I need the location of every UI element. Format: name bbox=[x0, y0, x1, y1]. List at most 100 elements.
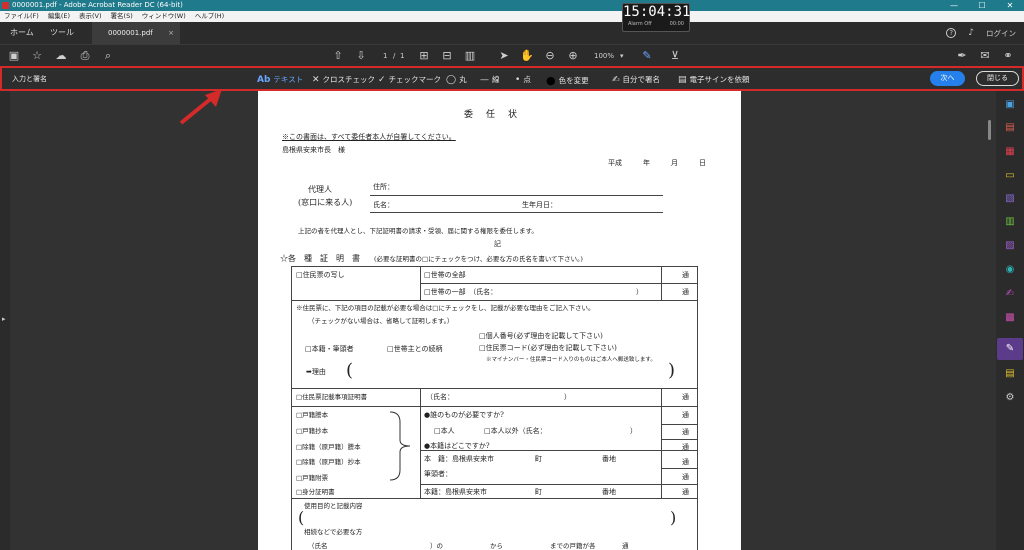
doc-hittosha: 筆頭者： bbox=[424, 470, 452, 478]
doc-address-label: 住所： bbox=[373, 183, 394, 191]
koseki-brace bbox=[389, 411, 411, 481]
check-tool[interactable]: ✓ チェックマーク bbox=[378, 74, 441, 85]
vertical-scrollbar[interactable] bbox=[988, 120, 991, 140]
tab-close-icon[interactable]: × bbox=[168, 22, 174, 44]
mail-icon[interactable]: ✉ bbox=[978, 49, 992, 63]
share-icon[interactable]: ⚭ bbox=[1001, 49, 1015, 63]
text-tool[interactable]: Ab テキスト bbox=[257, 74, 303, 85]
comment-icon[interactable]: ▭ bbox=[1003, 169, 1017, 183]
doc-reason: ➡理由 bbox=[306, 368, 326, 376]
window-controls: — ☐ ✕ bbox=[940, 0, 1024, 11]
close-window-button[interactable]: ✕ bbox=[996, 0, 1024, 11]
purpose-bracket-left: ( bbox=[298, 508, 305, 527]
doc-code: □住民票コード(必ず理由を記載して下さい) bbox=[479, 344, 617, 352]
fit-width-icon[interactable]: ⊞ bbox=[417, 49, 431, 63]
organize-pages-icon[interactable]: ▥ bbox=[1003, 215, 1017, 229]
tab-tools[interactable]: ツール bbox=[40, 22, 84, 44]
doc-tsu-7: 通 bbox=[682, 458, 689, 466]
request-esign-tool[interactable]: ▤ 電子サインを依頼 bbox=[678, 74, 750, 85]
menu-file[interactable]: ファイル(F) bbox=[4, 11, 39, 22]
menu-sign[interactable]: 署名(S) bbox=[111, 11, 133, 22]
expand-left-panel-icon[interactable]: ▸ bbox=[2, 315, 6, 323]
doc-honseki: □本籍・筆頭者 bbox=[305, 345, 354, 353]
compress-icon[interactable]: ◉ bbox=[1003, 263, 1017, 277]
text-tool-icon: Ab bbox=[257, 74, 271, 85]
export-pdf-icon[interactable]: ▧ bbox=[1003, 192, 1017, 206]
zoom-dropdown-icon[interactable]: ▾ bbox=[620, 50, 624, 62]
menu-window[interactable]: ウィンドウ(W) bbox=[142, 11, 186, 22]
doc-tsu-9: 通 bbox=[682, 488, 689, 496]
doc-banchi-2: 番地 bbox=[602, 488, 616, 496]
doc-date: 平成 年 月 日 bbox=[608, 159, 706, 167]
doc-honnin-igai: □本人以外（氏名： bbox=[484, 427, 547, 435]
self-sign-tool[interactable]: ✍ 自分で署名 bbox=[612, 74, 660, 85]
login-link[interactable]: ログイン bbox=[986, 28, 1016, 39]
print-icon[interactable]: ⎙ bbox=[78, 49, 92, 63]
scan-ocr-icon[interactable]: ▤ bbox=[1003, 367, 1017, 381]
doc-note: ※この書面は、すべて委任者本人が自署してください。 bbox=[282, 133, 456, 141]
doc-koseki-shohon: □戸籍抄本 bbox=[296, 427, 329, 435]
window-titlebar: 0000001.pdf - Adobe Acrobat Reader DC (6… bbox=[0, 0, 1024, 11]
doc-honnin: □本人 bbox=[434, 427, 455, 435]
prepare-form-icon[interactable]: ▩ bbox=[1003, 311, 1017, 325]
next-button[interactable]: 次へ bbox=[930, 71, 965, 86]
menu-bar: ファイル(F) 編集(E) 表示(V) 署名(S) ウィンドウ(W) ヘルプ(H… bbox=[0, 11, 1024, 22]
save-icon[interactable]: ▣ bbox=[7, 49, 21, 63]
doc-last-kara: から bbox=[490, 542, 503, 550]
tab-home[interactable]: ホーム bbox=[0, 22, 44, 44]
color-swatch-icon: ● bbox=[546, 74, 556, 87]
page-current[interactable]: 1 bbox=[383, 50, 387, 62]
doc-cho-2: 町 bbox=[535, 488, 542, 496]
create-pdf-icon[interactable]: ▣ bbox=[1003, 98, 1017, 112]
doc-kisai-name: （氏名： bbox=[426, 393, 454, 401]
color-change-tool[interactable]: ● 色を変更 bbox=[546, 74, 589, 87]
zoom-in-icon[interactable]: ⊕ bbox=[566, 49, 580, 63]
doc-paren-1: ） bbox=[636, 288, 643, 296]
doc-name-label: 氏名： bbox=[373, 201, 394, 209]
circle-icon: ◯ bbox=[446, 74, 457, 85]
keyboard-tools-icon[interactable]: ⊻ bbox=[668, 49, 682, 63]
doc-jumin-note: ※住民票に、下記の項目の記載が必要な場合は□にチェックをし、記載が必要な理由をご… bbox=[296, 304, 595, 312]
menu-view[interactable]: 表示(V) bbox=[79, 11, 102, 22]
bell-icon[interactable]: ♪ bbox=[968, 28, 974, 38]
alarm-value: 00:00 bbox=[669, 21, 684, 27]
cross-icon: ✕ bbox=[312, 74, 320, 85]
cross-tool[interactable]: ✕ クロスチェック bbox=[312, 74, 375, 85]
zoom-out-icon[interactable]: ⊖ bbox=[543, 49, 557, 63]
clock-widget: 15:04:31 Alarm Off 00:00 bbox=[622, 3, 690, 32]
minimize-button[interactable]: — bbox=[940, 0, 968, 11]
menu-edit[interactable]: 編集(E) bbox=[48, 11, 70, 22]
doc-honseki-3: 本籍：島根県安来市 bbox=[424, 488, 487, 496]
page-total: 1 bbox=[400, 52, 405, 60]
fill-sign-panel-icon[interactable]: ✎ bbox=[1003, 342, 1017, 356]
close-fill-sign-button[interactable]: 閉じる bbox=[976, 71, 1019, 86]
dot-tool[interactable]: • 点 bbox=[515, 74, 531, 85]
next-page-icon[interactable]: ⇩ bbox=[354, 49, 368, 63]
two-page-icon[interactable]: ⊟ bbox=[440, 49, 454, 63]
prev-page-icon[interactable]: ⇧ bbox=[331, 49, 345, 63]
reason-bracket-left: ( bbox=[346, 360, 354, 381]
maximize-button[interactable]: ☐ bbox=[968, 0, 996, 11]
tab-document[interactable]: 0000001.pdf × bbox=[92, 22, 180, 44]
select-pointer-icon[interactable]: ➤ bbox=[497, 49, 511, 63]
bookmark-star-icon[interactable]: ☆ bbox=[30, 49, 44, 63]
line-tool[interactable]: — 線 bbox=[480, 74, 500, 85]
request-signature-icon[interactable]: ✍ bbox=[1003, 287, 1017, 301]
upload-cloud-icon[interactable]: ☁ bbox=[54, 49, 68, 63]
search-icon[interactable]: ⌕ bbox=[101, 49, 115, 63]
circle-tool[interactable]: ◯ 丸 bbox=[446, 74, 467, 85]
zoom-level[interactable]: 100% bbox=[594, 50, 614, 62]
edit-pdf-icon[interactable]: ▦ bbox=[1003, 145, 1017, 159]
hand-tool-icon[interactable]: ✋ bbox=[520, 49, 534, 63]
protect-icon[interactable]: ▨ bbox=[1003, 239, 1017, 253]
combine-files-icon[interactable]: ▤ bbox=[1003, 121, 1017, 135]
scroll-mode-icon[interactable]: ▥ bbox=[463, 49, 477, 63]
menu-help[interactable]: ヘルプ(H) bbox=[195, 11, 224, 22]
sign-pen-icon[interactable]: ✒ bbox=[955, 49, 969, 63]
fill-sign-tool-icon[interactable]: ✎ bbox=[640, 49, 654, 63]
more-tools-icon[interactable]: ⚙ bbox=[1003, 391, 1017, 405]
help-icon[interactable]: ? bbox=[946, 28, 957, 38]
doc-zokugara: □世帯主との続柄 bbox=[387, 345, 443, 353]
doc-agent-sub: (窓口に来る人) bbox=[298, 198, 353, 207]
doc-mother: 相続などで必要な方 bbox=[304, 528, 363, 536]
